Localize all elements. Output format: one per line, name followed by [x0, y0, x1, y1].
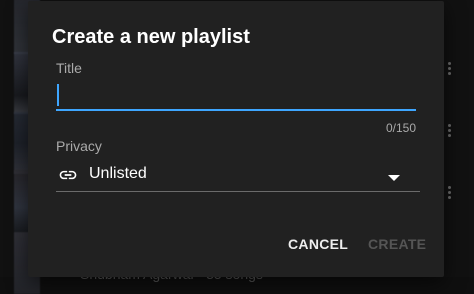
- link-icon: [58, 165, 78, 185]
- create-playlist-dialog: Create a new playlist Title 0/150 Privac…: [28, 1, 444, 277]
- title-field-underline: [56, 109, 416, 111]
- text-cursor: [57, 84, 59, 106]
- dialog-title: Create a new playlist: [52, 26, 250, 48]
- character-counter: 0/150: [385, 121, 416, 135]
- create-button[interactable]: CREATE: [362, 232, 432, 256]
- privacy-selected-value: Unlisted: [89, 165, 147, 182]
- privacy-field-label: Privacy: [56, 138, 102, 154]
- dropdown-arrow-icon: [388, 170, 400, 181]
- title-field-label: Title: [56, 60, 82, 76]
- privacy-dropdown[interactable]: Unlisted: [56, 159, 420, 192]
- more-options-icon: [448, 184, 452, 201]
- title-field[interactable]: [56, 83, 420, 111]
- more-options-icon: [448, 60, 452, 77]
- title-input[interactable]: [56, 83, 420, 109]
- more-options-icon: [448, 122, 452, 139]
- cancel-button[interactable]: CANCEL: [282, 232, 354, 256]
